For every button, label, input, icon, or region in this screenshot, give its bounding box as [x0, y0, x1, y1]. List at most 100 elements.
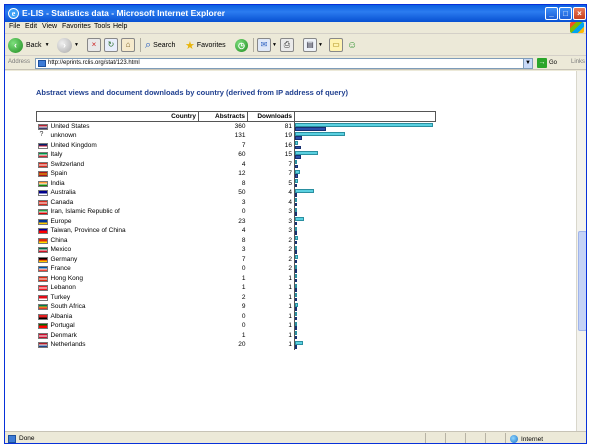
menu-file[interactable]: File	[9, 23, 20, 30]
flag-icon	[37, 142, 48, 149]
downloads-bar	[295, 269, 297, 273]
country-cell: United Kingdom	[37, 141, 199, 151]
abstracts-bar	[295, 245, 297, 250]
abstracts-bar	[295, 141, 298, 145]
downloads-cell: 3	[288, 208, 292, 216]
address-dropdown-button[interactable]: ▼	[523, 58, 533, 69]
downloads-bar	[295, 202, 297, 206]
country-cell: Hong Kong	[37, 274, 199, 284]
table-row: Netherlands 20 1	[37, 340, 436, 350]
flag-icon	[37, 332, 48, 339]
unknown-flag-icon: ?	[39, 131, 44, 138]
country-name: Portugal	[50, 322, 75, 330]
country-name: Hong Kong	[50, 274, 84, 282]
downloads-cell: 1	[288, 341, 292, 349]
country-name: Denmark	[50, 331, 77, 339]
forward-arrow-icon: ›	[57, 37, 72, 53]
close-button[interactable]: ×	[573, 7, 586, 20]
country-cell: Canada	[37, 198, 199, 208]
status-cell	[485, 433, 486, 443]
flag-icon	[37, 342, 48, 348]
table-row: Turkey 2 1	[37, 292, 436, 302]
history-button[interactable]: ◷	[235, 37, 248, 53]
abstracts-cell: 20	[238, 341, 246, 349]
country-cell: Netherlands	[37, 340, 199, 350]
menu-tools[interactable]: Tools	[94, 23, 110, 30]
flag-icon	[37, 266, 48, 272]
menu-view[interactable]: View	[42, 23, 57, 30]
go-button[interactable]: → Go	[537, 58, 557, 68]
status-cell	[445, 433, 446, 443]
abstracts-bar	[295, 264, 297, 269]
country-name: Lebanon	[50, 284, 76, 292]
abstracts-bar	[295, 312, 297, 316]
status-cell	[465, 433, 466, 443]
messenger-icon: ☺	[347, 39, 358, 51]
minimize-button[interactable]: _	[545, 7, 558, 20]
scrollbar-thumb[interactable]	[578, 231, 586, 331]
downloads-bar	[295, 250, 297, 254]
downloads-cell: 2	[288, 255, 292, 263]
home-button[interactable]: ⌂	[121, 37, 135, 53]
bar-cell	[294, 264, 436, 274]
menu-favorites[interactable]: Favorites	[62, 23, 91, 30]
menu-edit[interactable]: Edit	[25, 23, 37, 30]
toolbar-separator	[253, 38, 254, 52]
table-row: Denmark 1 1	[37, 330, 436, 340]
country-name: Spain	[50, 170, 68, 178]
bar-cell	[294, 140, 436, 150]
messenger-button[interactable]: ☺	[347, 37, 357, 53]
column-header-country: Country	[36, 111, 199, 122]
links-button[interactable]: Links	[571, 59, 585, 65]
maximize-button[interactable]: □	[559, 7, 572, 20]
table-row: Mexico 3 2	[37, 245, 436, 255]
forward-button[interactable]: › ▼	[57, 37, 79, 53]
bar-cell	[294, 226, 436, 236]
downloads-bar	[295, 231, 297, 235]
discuss-button[interactable]: ▭	[329, 37, 343, 53]
table-row: Spain 12 7	[37, 169, 436, 179]
abstracts-bar	[295, 207, 297, 212]
vertical-scrollbar[interactable]	[576, 71, 586, 431]
abstracts-bar	[295, 217, 304, 221]
bar-cell	[294, 254, 436, 264]
page-done-icon	[8, 435, 16, 443]
bar-cell	[294, 311, 436, 321]
country-name: China	[50, 236, 68, 244]
downloads-bar	[295, 316, 297, 320]
abstracts-cell: 0	[241, 265, 246, 273]
table-row: Hong Kong 1 1	[37, 273, 436, 284]
abstracts-bar	[295, 331, 297, 335]
abstracts-bar	[295, 255, 298, 259]
edit-button[interactable]: ▤ ▼	[303, 37, 323, 53]
downloads-cell: 7	[288, 160, 292, 168]
downloads-bar	[295, 164, 298, 168]
toolbar: ‹ Back ▼ › ▼ × ↻ ⌂ ⌕ Search ★ Favorites …	[5, 34, 586, 56]
mail-button[interactable]: ✉ ▼	[257, 37, 277, 53]
table-row: France 0 2	[37, 264, 436, 274]
downloads-bar	[295, 155, 301, 159]
downloads-bar	[295, 193, 297, 197]
country-name: South Africa	[50, 303, 86, 311]
print-button[interactable]: ⎙	[280, 37, 294, 53]
bar-cell	[294, 207, 436, 217]
abstracts-bar	[295, 179, 299, 183]
downloads-bar	[295, 307, 297, 311]
downloads-cell: 1	[288, 284, 292, 292]
search-button[interactable]: ⌕ Search	[145, 37, 175, 53]
back-button[interactable]: ‹ Back ▼	[8, 37, 50, 53]
bar-cell	[294, 283, 436, 293]
menu-help[interactable]: Help	[113, 23, 127, 30]
abstracts-cell: 0	[241, 312, 246, 320]
country-name: Europe	[50, 217, 72, 225]
abstracts-bar	[295, 293, 297, 297]
abstracts-cell: 1	[241, 274, 246, 282]
table-row: Taiwan, Province of China 4 3	[37, 226, 436, 236]
refresh-button[interactable]: ↻	[104, 37, 118, 53]
folder-icon: ▭	[329, 38, 343, 52]
edit-document-icon: ▤	[303, 38, 317, 52]
stop-button[interactable]: ×	[87, 37, 101, 53]
downloads-cell: 15	[284, 151, 292, 159]
favorites-button[interactable]: ★ Favorites	[185, 37, 226, 53]
address-input[interactable]: http://eprints.rclis.org/stat/123.html	[35, 58, 533, 69]
